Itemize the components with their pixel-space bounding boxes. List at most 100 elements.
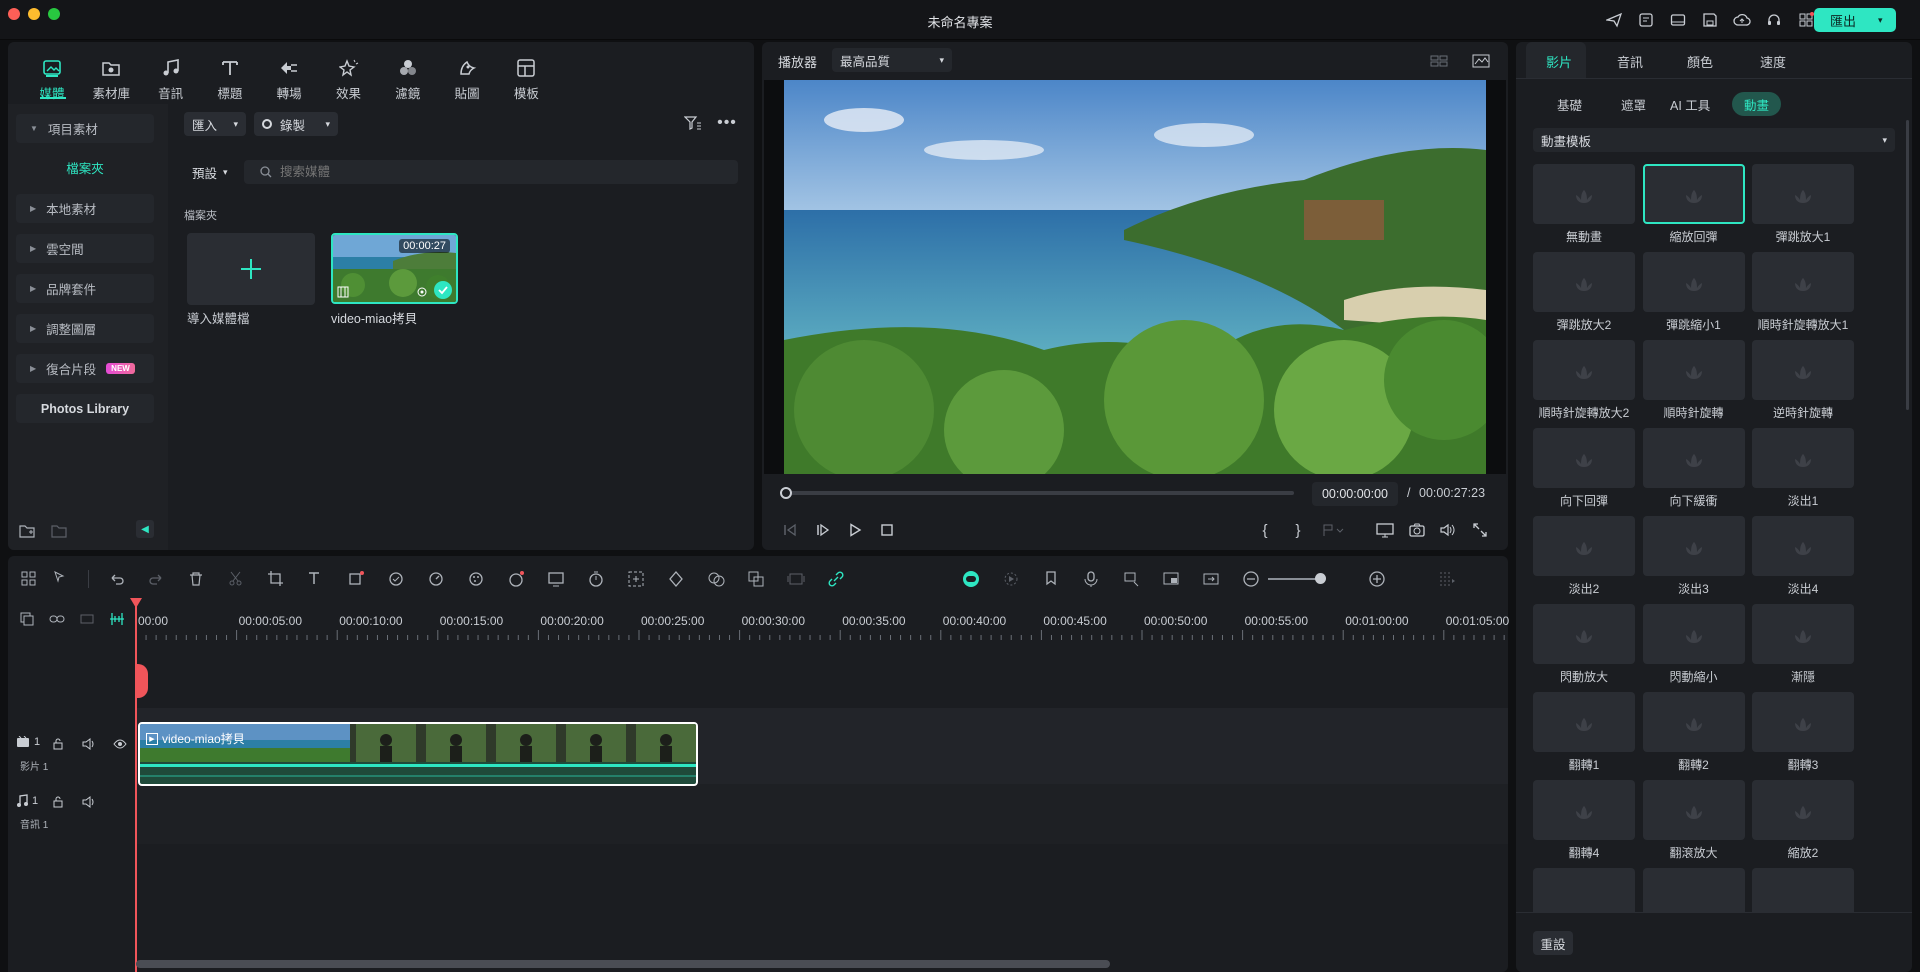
- export-button[interactable]: 匯出 ▾: [1814, 8, 1896, 32]
- save-icon[interactable]: [1698, 9, 1722, 31]
- animation-thumbnail[interactable]: [1752, 516, 1854, 576]
- tab-video[interactable]: 影片: [1546, 52, 1572, 71]
- tab-filters[interactable]: 濾鏡: [382, 58, 434, 102]
- lock-icon[interactable]: [47, 733, 69, 755]
- marker-menu-icon[interactable]: [1322, 519, 1344, 541]
- audio-track-lane[interactable]: [136, 784, 1508, 844]
- preset-dropdown[interactable]: 預設 ▾: [184, 160, 238, 184]
- animation-preset[interactable]: 向下回彈: [1533, 428, 1635, 514]
- text-tool-icon[interactable]: [305, 570, 327, 588]
- reset-button[interactable]: 重設: [1533, 931, 1573, 955]
- animation-thumbnail[interactable]: [1533, 164, 1635, 224]
- magnet-snap-icon[interactable]: [106, 608, 128, 630]
- timer-icon[interactable]: [585, 570, 607, 588]
- grid-view-icon[interactable]: [1428, 50, 1450, 72]
- filter-icon[interactable]: [682, 112, 704, 134]
- microphone-icon[interactable]: [1080, 570, 1102, 588]
- zoom-slider-handle[interactable]: [1315, 573, 1326, 584]
- playhead-tab[interactable]: [136, 664, 148, 698]
- pip-icon[interactable]: [1160, 570, 1182, 588]
- tab-stickers[interactable]: 貼圖: [441, 58, 493, 102]
- sidebar-item-compound-clip[interactable]: ▶ 復合片段 NEW: [16, 354, 154, 383]
- color-icon[interactable]: [465, 570, 487, 588]
- link-chain-icon[interactable]: [825, 570, 847, 588]
- animation-preset[interactable]: 閃動縮小: [1642, 604, 1745, 690]
- new-folder-icon[interactable]: [16, 520, 38, 542]
- sidebar-item-adjustment-layer[interactable]: ▶ 調整圖層: [16, 314, 154, 343]
- record-dropdown[interactable]: 錄製 ▾: [254, 112, 338, 136]
- tab-transitions[interactable]: 轉場: [263, 58, 315, 102]
- animation-preset[interactable]: 縮放回彈: [1642, 164, 1745, 250]
- scrubber-handle[interactable]: [780, 487, 792, 499]
- animation-preset[interactable]: 淡出4: [1752, 516, 1854, 602]
- animation-thumbnail[interactable]: [1533, 516, 1635, 576]
- animation-preset[interactable]: 淡出3: [1642, 516, 1745, 602]
- animation-thumbnail[interactable]: [1642, 164, 1745, 224]
- quality-dropdown[interactable]: 最高品質 ▾: [832, 48, 952, 72]
- sidebar-item-folder[interactable]: 檔案夾: [16, 158, 154, 177]
- prev-frame-icon[interactable]: [779, 519, 801, 541]
- animation-thumbnail-partial[interactable]: [1533, 868, 1635, 912]
- layout-grid-icon[interactable]: [18, 570, 40, 588]
- panel-scrollbar[interactable]: [1906, 120, 1909, 410]
- animation-preset[interactable]: 向下緩衝: [1642, 428, 1745, 514]
- tab-audio[interactable]: 音訊: [145, 58, 197, 102]
- scopes-icon[interactable]: [1470, 50, 1492, 72]
- cloud-upload-icon[interactable]: [1730, 9, 1754, 31]
- tab-color[interactable]: 顏色: [1687, 52, 1713, 71]
- tab-stock[interactable]: 素材庫: [85, 58, 137, 102]
- empty-track-area[interactable]: [136, 640, 1508, 708]
- zoom-in-icon[interactable]: [1366, 570, 1388, 588]
- animation-thumbnail[interactable]: [1642, 604, 1745, 664]
- sidebar-item-project-media[interactable]: ▼ 項目素材: [16, 114, 154, 143]
- shape-icon[interactable]: [345, 570, 367, 588]
- folder-icon[interactable]: [48, 520, 70, 542]
- animation-preset[interactable]: 淡出1: [1752, 428, 1854, 514]
- more-options-icon[interactable]: •••: [716, 112, 738, 134]
- volume-icon[interactable]: [1437, 519, 1459, 541]
- display-settings-icon[interactable]: [1374, 519, 1396, 541]
- animation-thumbnail[interactable]: [1642, 340, 1745, 400]
- sidebar-item-brand-kit[interactable]: ▶ 品牌套件: [16, 274, 154, 303]
- animation-thumbnail[interactable]: [1752, 164, 1854, 224]
- import-dropdown[interactable]: 匯入 ▾: [184, 112, 246, 136]
- playhead-line[interactable]: [135, 600, 137, 972]
- subtab-basic[interactable]: 基礎: [1545, 92, 1594, 116]
- video-preview[interactable]: [764, 80, 1506, 474]
- redo-icon[interactable]: [145, 570, 167, 588]
- feedback-icon[interactable]: [1634, 9, 1658, 31]
- add-track-icon[interactable]: [16, 608, 38, 630]
- track-layout-icon[interactable]: [76, 608, 98, 630]
- step-back-icon[interactable]: [812, 519, 834, 541]
- lock-icon[interactable]: [47, 791, 69, 813]
- ai-assistant-icon[interactable]: [960, 570, 982, 588]
- select-tool-icon[interactable]: [50, 570, 72, 588]
- snapshot-icon[interactable]: [1406, 519, 1428, 541]
- cut-icon[interactable]: [225, 570, 247, 588]
- ai-tool-icon[interactable]: [505, 570, 527, 588]
- search-bar[interactable]: [244, 160, 738, 184]
- animation-preset[interactable]: 順時針旋轉: [1642, 340, 1745, 426]
- track-height-icon[interactable]: [1436, 570, 1458, 588]
- stop-icon[interactable]: [876, 519, 898, 541]
- animation-thumbnail[interactable]: [1533, 252, 1635, 312]
- tab-audio[interactable]: 音訊: [1617, 52, 1643, 71]
- zoom-out-icon[interactable]: [1240, 570, 1262, 588]
- marker-icon[interactable]: [1040, 570, 1062, 588]
- ai-portrait-icon[interactable]: [545, 570, 567, 588]
- animation-thumbnail[interactable]: [1533, 604, 1635, 664]
- undo-icon[interactable]: [106, 570, 128, 588]
- tab-effects[interactable]: 效果: [323, 58, 375, 102]
- animation-preset[interactable]: 無動畫: [1533, 164, 1635, 250]
- stabilize-icon[interactable]: [785, 570, 807, 588]
- voiceover-icon[interactable]: [1120, 570, 1142, 588]
- animation-thumbnail[interactable]: [1642, 780, 1745, 840]
- animation-preset[interactable]: 漸隱: [1752, 604, 1854, 690]
- animation-preset[interactable]: 逆時針旋轉: [1752, 340, 1854, 426]
- playback-scrubber[interactable]: [784, 491, 1294, 495]
- mark-in-icon[interactable]: {: [1254, 519, 1276, 541]
- replace-icon[interactable]: [1200, 570, 1222, 588]
- animation-preset[interactable]: 彈跳放大1: [1752, 164, 1854, 250]
- translate-icon[interactable]: [745, 570, 767, 588]
- sidebar-item-photos-library[interactable]: Photos Library: [16, 394, 154, 423]
